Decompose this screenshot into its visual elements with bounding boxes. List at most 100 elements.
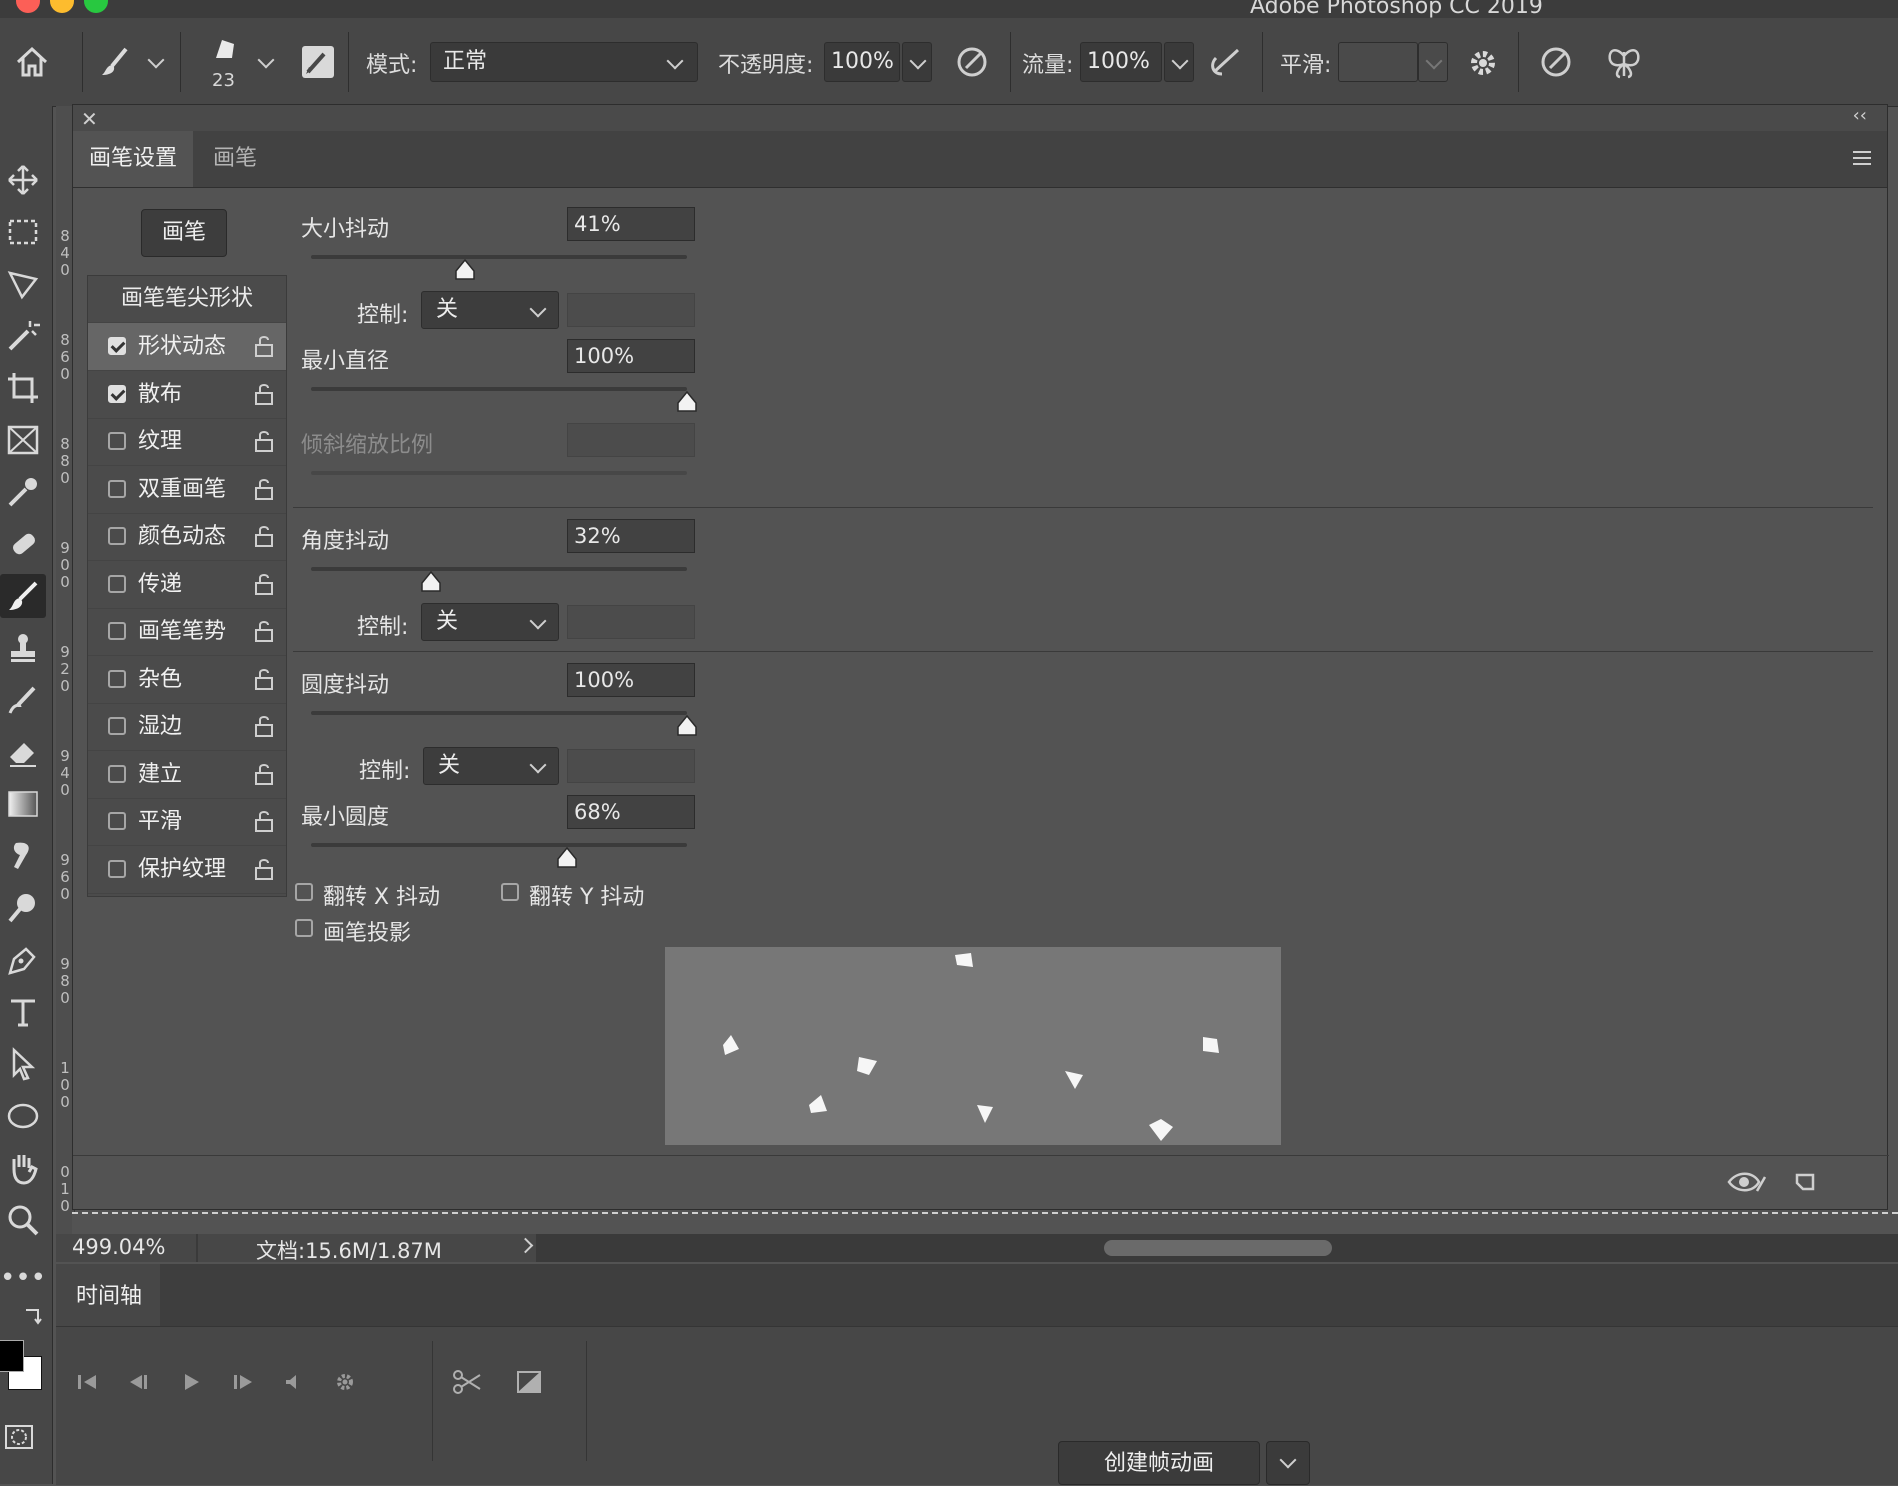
new-brush-icon[interactable] <box>1793 1169 1819 1199</box>
size-pressure-icon[interactable] <box>1538 44 1574 84</box>
panel-menu-icon[interactable] <box>1851 149 1873 171</box>
home-icon[interactable] <box>14 44 50 84</box>
option-checkbox[interactable] <box>108 812 126 830</box>
collapse-panel-icon[interactable]: ‹‹ <box>1853 105 1867 126</box>
option-checkbox[interactable] <box>108 432 126 450</box>
brush-projection-checkbox[interactable] <box>295 919 313 937</box>
min-roundness-slider[interactable] <box>311 843 687 847</box>
zoom-level[interactable]: 499.04% <box>72 1235 165 1259</box>
chevron-right-icon[interactable] <box>517 1237 534 1254</box>
pen-tool-icon[interactable] <box>0 938 46 982</box>
zoom-tool-icon[interactable] <box>0 1198 46 1242</box>
foreground-color-swatch[interactable] <box>0 1340 24 1372</box>
min-roundness-input[interactable]: 68% <box>567 795 695 829</box>
roundness-control-select[interactable]: 关 <box>423 747 559 785</box>
size-jitter-input[interactable]: 41% <box>567 207 695 241</box>
option-checkbox[interactable] <box>108 384 126 403</box>
lock-icon[interactable] <box>254 809 274 833</box>
swap-colors-icon[interactable] <box>22 1306 44 1332</box>
smudge-tool-icon[interactable] <box>0 834 46 878</box>
angle-jitter-slider-thumb[interactable] <box>420 570 442 593</box>
option-checkbox[interactable] <box>108 669 126 688</box>
type-tool-icon[interactable] <box>0 990 46 1034</box>
min-diameter-slider-thumb[interactable] <box>676 390 698 413</box>
size-jitter-slider[interactable] <box>311 255 687 259</box>
frame-tool-icon[interactable] <box>0 418 46 462</box>
dodge-tool-icon[interactable] <box>0 886 46 930</box>
lock-icon[interactable] <box>254 572 274 596</box>
create-frame-animation-button[interactable]: 创建帧动画 <box>1058 1441 1260 1485</box>
lock-icon[interactable] <box>254 334 274 358</box>
angle-jitter-slider[interactable] <box>311 567 687 571</box>
list-item[interactable]: 杂色 <box>88 656 286 704</box>
lock-icon[interactable] <box>254 382 274 406</box>
ellipse-tool-icon[interactable] <box>0 1094 46 1138</box>
chevron-down-icon[interactable] <box>147 51 165 69</box>
gear-icon[interactable] <box>1466 46 1500 84</box>
option-checkbox[interactable] <box>108 479 126 498</box>
option-checkbox[interactable] <box>108 337 126 355</box>
tab-brushes[interactable]: 画笔 <box>197 131 273 187</box>
opacity-input[interactable]: 100% <box>824 42 900 82</box>
list-item[interactable]: 散布 <box>88 371 286 419</box>
next-frame-icon[interactable] <box>228 1367 258 1397</box>
minimize-window-button[interactable] <box>50 0 74 13</box>
list-item[interactable]: 颜色动态 <box>88 513 286 561</box>
brush-tool-icon[interactable] <box>0 574 46 618</box>
quick-mask-icon[interactable] <box>4 1424 34 1454</box>
list-item[interactable]: 纹理 <box>88 418 286 466</box>
opacity-pressure-icon[interactable] <box>954 44 990 84</box>
opacity-dropdown[interactable] <box>902 42 932 82</box>
option-checkbox[interactable] <box>108 527 126 545</box>
transition-icon[interactable] <box>514 1367 544 1397</box>
list-item[interactable]: 建立 <box>88 751 286 799</box>
brushes-button[interactable]: 画笔 <box>141 209 227 257</box>
flow-input[interactable]: 100% <box>1080 42 1162 82</box>
option-checkbox[interactable] <box>108 859 126 878</box>
min-roundness-slider-thumb[interactable] <box>556 846 578 869</box>
audio-icon[interactable] <box>278 1367 308 1397</box>
lock-icon[interactable] <box>254 667 274 691</box>
roundness-jitter-slider-thumb[interactable] <box>676 714 698 737</box>
close-icon[interactable]: ✕ <box>81 107 98 131</box>
more-tools-icon[interactable]: ••• <box>0 1256 46 1300</box>
brush-tip-icon[interactable] <box>212 36 238 66</box>
brush-tool-preset-icon[interactable] <box>98 44 134 84</box>
list-item[interactable]: 画笔笔势 <box>88 608 286 656</box>
create-animation-dropdown[interactable] <box>1266 1441 1310 1485</box>
smoothing-dropdown[interactable] <box>1418 42 1448 82</box>
option-checkbox[interactable] <box>108 764 126 783</box>
tab-timeline[interactable]: 时间轴 <box>56 1264 160 1326</box>
healing-brush-tool-icon[interactable] <box>0 522 46 566</box>
close-window-button[interactable] <box>16 0 40 13</box>
size-control-select[interactable]: 关 <box>421 291 559 329</box>
lock-icon[interactable] <box>254 619 274 643</box>
zoom-window-button[interactable] <box>84 0 108 13</box>
eraser-tool-icon[interactable] <box>0 730 46 774</box>
min-diameter-input[interactable]: 100% <box>567 339 695 373</box>
mode-select[interactable]: 正常 <box>430 42 698 82</box>
move-tool-icon[interactable] <box>0 158 46 202</box>
lock-icon[interactable] <box>254 524 274 548</box>
flip-x-checkbox[interactable] <box>295 883 313 901</box>
lock-icon[interactable] <box>254 714 274 738</box>
lock-icon[interactable] <box>254 477 274 501</box>
list-item[interactable]: 传递 <box>88 561 286 609</box>
roundness-jitter-slider[interactable] <box>311 711 687 715</box>
angle-jitter-input[interactable]: 32% <box>567 519 695 553</box>
min-diameter-slider[interactable] <box>311 387 687 391</box>
horizontal-scroll-track[interactable] <box>536 1234 1898 1262</box>
size-jitter-slider-thumb[interactable] <box>454 258 476 281</box>
flip-y-checkbox[interactable] <box>501 883 519 901</box>
brush-tip-shape-item[interactable]: 画笔笔尖形状 <box>88 276 286 323</box>
play-icon[interactable] <box>176 1367 206 1397</box>
horizontal-scrollbar-thumb[interactable] <box>1104 1240 1332 1256</box>
smoothing-input[interactable] <box>1338 42 1418 82</box>
chevron-down-icon[interactable] <box>257 51 275 69</box>
toggle-live-tip-icon[interactable] <box>1727 1169 1767 1199</box>
scissors-icon[interactable] <box>452 1367 482 1397</box>
lock-icon[interactable] <box>254 857 274 881</box>
crop-tool-icon[interactable] <box>0 366 46 410</box>
history-brush-tool-icon[interactable] <box>0 678 46 722</box>
marquee-tool-icon[interactable] <box>0 210 46 254</box>
